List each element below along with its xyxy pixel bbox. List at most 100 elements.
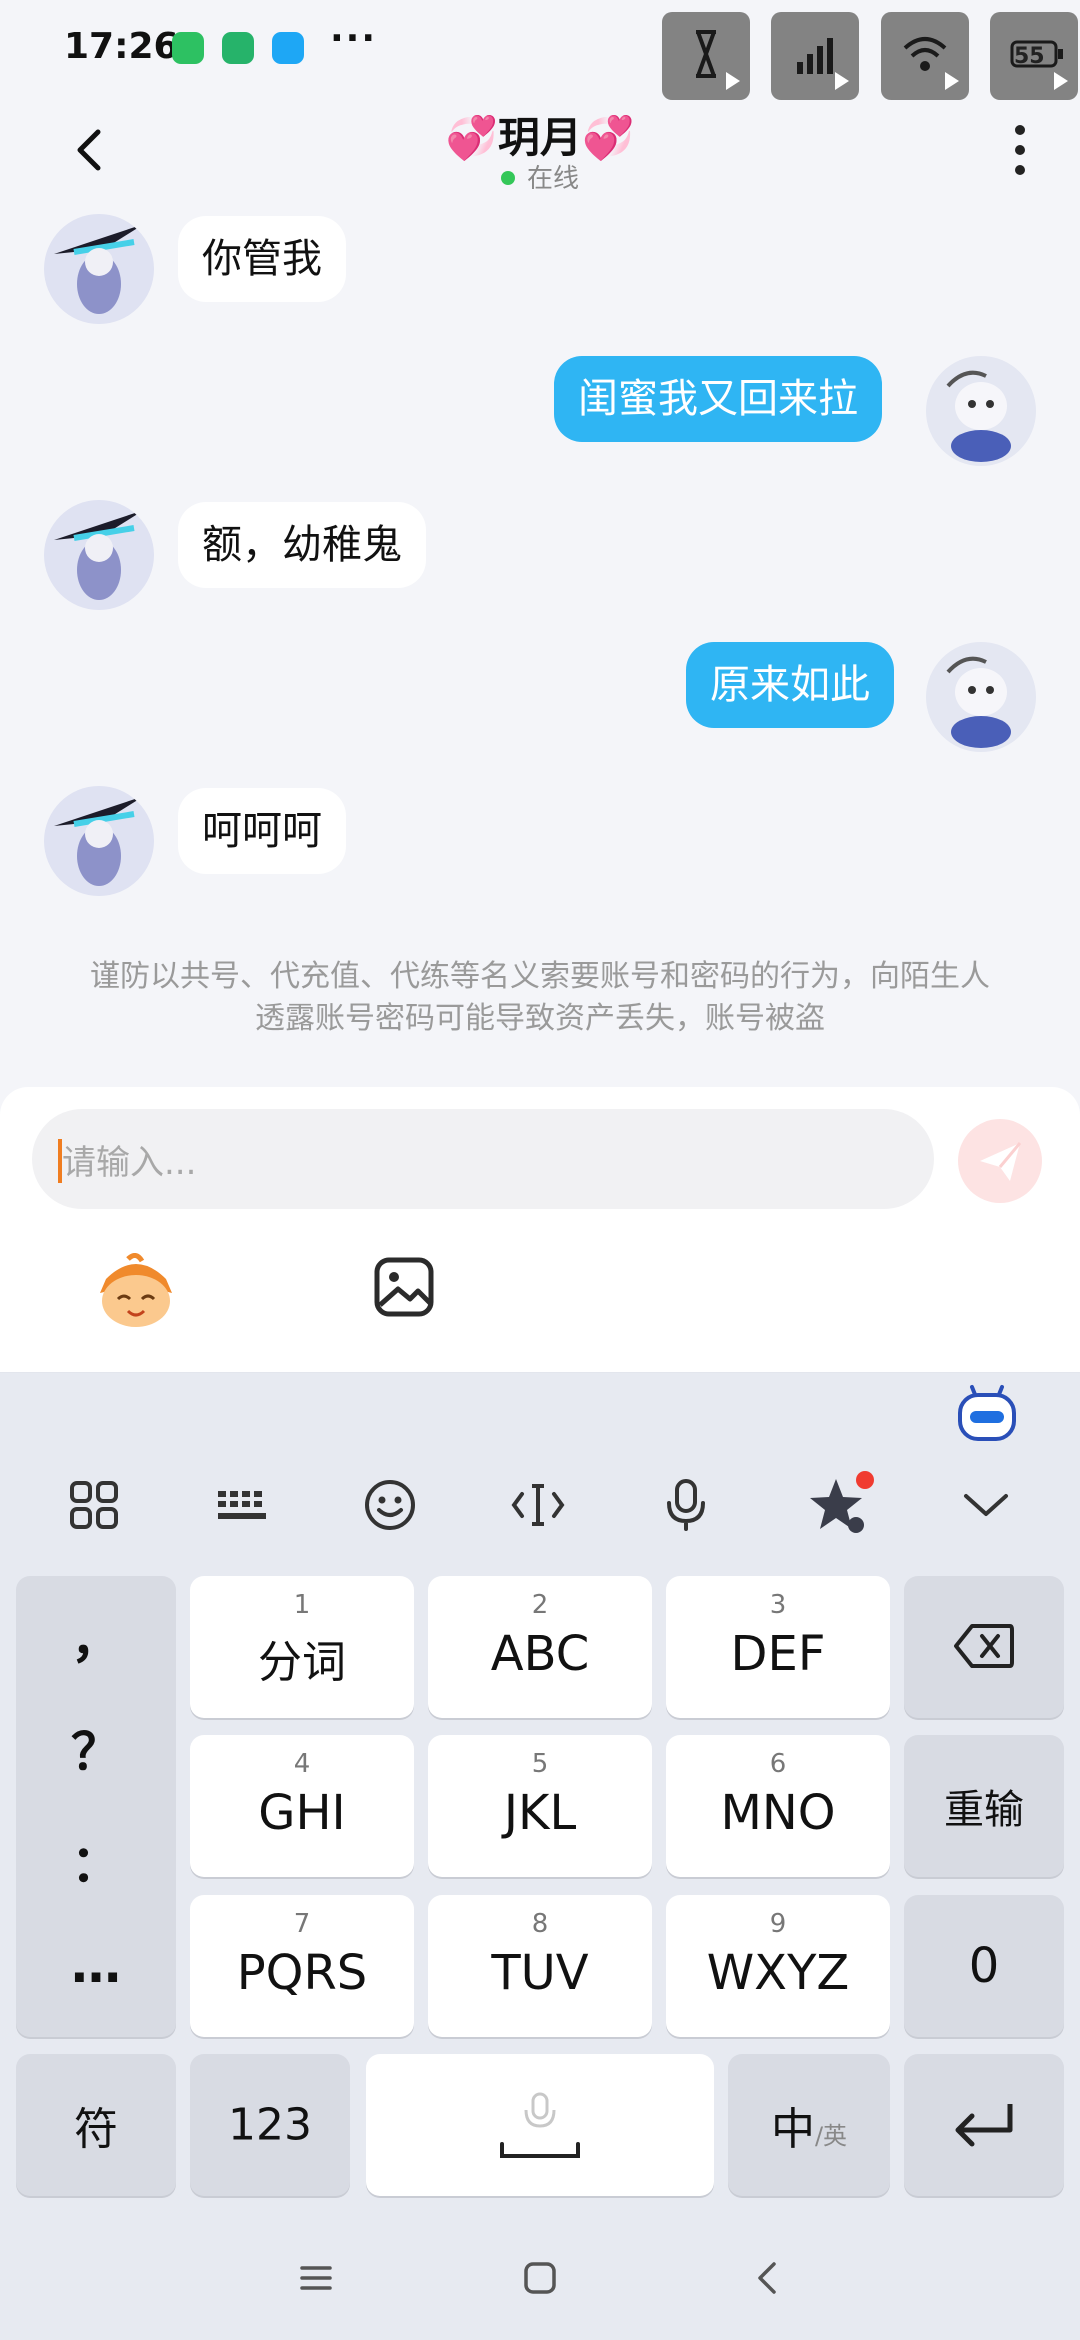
hd-signal-icon [771,12,859,100]
key-1[interactable]: 1 分词 [190,1576,414,1718]
image-icon [374,1257,434,1317]
key-3[interactable]: 3 DEF [666,1576,890,1718]
key-number: 3 [769,1590,787,1620]
recents-button[interactable] [296,2258,336,2298]
key-label: TUV [491,1945,589,2001]
enter-icon [955,2104,1013,2147]
key-2[interactable]: 2 ABC [428,1576,652,1718]
keyboard-toolbar [0,1465,1080,1545]
online-dot-icon [500,170,515,185]
key-4[interactable]: 4 GHI [190,1735,414,1877]
key-label: JKL [503,1785,577,1841]
my-avatar[interactable] [926,642,1036,752]
more-notifications: ··· [330,18,378,59]
key-number: 6 [769,1749,787,1779]
reenter-label: 重输 [944,1787,1024,1833]
contact-avatar[interactable] [44,500,154,610]
key-label: PQRS [236,1945,368,2001]
grid-menu-button[interactable] [62,1465,126,1545]
punct-question[interactable]: ？ [16,1712,176,1784]
key-number: 9 [769,1909,787,1939]
home-button[interactable] [520,2258,560,2298]
collapse-keyboard-button[interactable] [954,1465,1018,1545]
status-bar: 17:26 ··· 55 [0,0,1080,100]
contact-name[interactable]: 💞玥月💞 [0,104,1080,165]
numbers-key[interactable]: 123 [190,2054,350,2196]
key-number: 8 [531,1909,549,1939]
key-5[interactable]: 5 JKL [428,1735,652,1877]
more-options-button[interactable] [1000,120,1040,180]
key-9[interactable]: 9 WXYZ [666,1895,890,2037]
space-key[interactable] [366,2054,714,2196]
message-composer: 请输入... [0,1087,1080,1373]
chat-header: 💞玥月💞 在线 [0,100,1080,212]
more-vertical-icon [1015,125,1025,175]
battery-icon: 55 [990,12,1078,100]
message-bubble-incoming[interactable]: 呵呵呵 [178,788,346,874]
key-number: 1 [293,1590,311,1620]
zero-key[interactable]: 0 [904,1895,1064,2037]
key-label: WXYZ [706,1945,850,2001]
bluetooth-icon [662,12,750,100]
key-label: DEF [730,1626,826,1682]
message-bubble-outgoing[interactable]: 原来如此 [686,642,894,728]
key-number: 7 [293,1909,311,1939]
key-number: 5 [531,1749,549,1779]
image-picker-button[interactable] [372,1255,436,1319]
emoji-icon [365,1480,415,1530]
ai-assistant-button[interactable] [956,1379,1018,1443]
message-bubble-incoming[interactable]: 额，幼稚鬼 [178,502,426,588]
mascot-sticker-button[interactable] [92,1253,180,1329]
mic-icon [667,1479,705,1531]
chat-message-list[interactable]: 你管我 闺蜜我又回来拉 额，幼稚鬼 原来如此 呵呵呵 谨防以共号、代充值、代练等… [0,212,1080,1087]
punct-comma[interactable]: ， [16,1600,176,1672]
key-6[interactable]: 6 MNO [666,1735,890,1877]
security-notice: 谨防以共号、代充值、代练等名义索要账号和密码的行为，向陌生人透露账号密码可能导致… [90,959,990,1036]
collapse-icon [964,1494,1008,1516]
online-status: 在线 [0,158,1080,195]
backspace-key[interactable] [904,1576,1064,1718]
status-time: 17:26 [64,26,179,67]
send-icon [980,1142,1022,1181]
language-switch-key[interactable]: 中/英 [728,2054,890,2196]
enter-key[interactable] [904,2054,1064,2196]
my-avatar[interactable] [926,356,1036,466]
symbols-key[interactable]: 符 [16,2054,176,2196]
message-input[interactable]: 请输入... [32,1109,934,1209]
contact-avatar[interactable] [44,786,154,896]
cursor-icon [511,1484,565,1526]
ai-star-button[interactable] [804,1465,874,1545]
space-mic-icon [500,2092,580,2158]
lang-main: 中 [770,2104,815,2155]
language-switch-label: 中/英 [728,2093,890,2157]
punctuation-column[interactable]: ， ？ ： … [16,1576,176,2037]
mascot-sticker-icon [100,1253,172,1327]
cursor-button[interactable] [506,1465,570,1545]
key-7[interactable]: 7 PQRS [190,1895,414,2037]
punct-colon[interactable]: ： [16,1824,176,1896]
message-bubble-outgoing[interactable]: 闺蜜我又回来拉 [554,356,882,442]
contact-avatar[interactable] [44,214,154,324]
menu-icon [300,2266,332,2290]
system-back-button[interactable] [748,2258,788,2298]
send-button[interactable] [958,1119,1042,1203]
keyboard-switch-button[interactable] [210,1465,274,1545]
grid-menu-icon [70,1481,118,1529]
robot-icon [958,1385,1016,1441]
message-bubble-incoming[interactable]: 你管我 [178,216,346,302]
key-label: MNO [720,1785,836,1841]
wifi-icon [881,12,969,100]
system-nav-bar [0,2210,1080,2340]
voice-input-button[interactable] [654,1465,718,1545]
symbols-label: 符 [74,2104,118,2155]
emoji-button[interactable] [358,1465,422,1545]
security-icon [222,32,254,64]
key-label: ABC [490,1626,590,1682]
key-label: 分词 [258,1637,346,1688]
wechat-icon [172,32,204,64]
punct-ellipsis[interactable]: … [16,1936,176,1994]
notification-dot [856,1471,874,1489]
key-8[interactable]: 8 TUV [428,1895,652,2037]
reenter-key[interactable]: 重输 [904,1735,1064,1877]
zero-label: 0 [968,1938,1000,1994]
